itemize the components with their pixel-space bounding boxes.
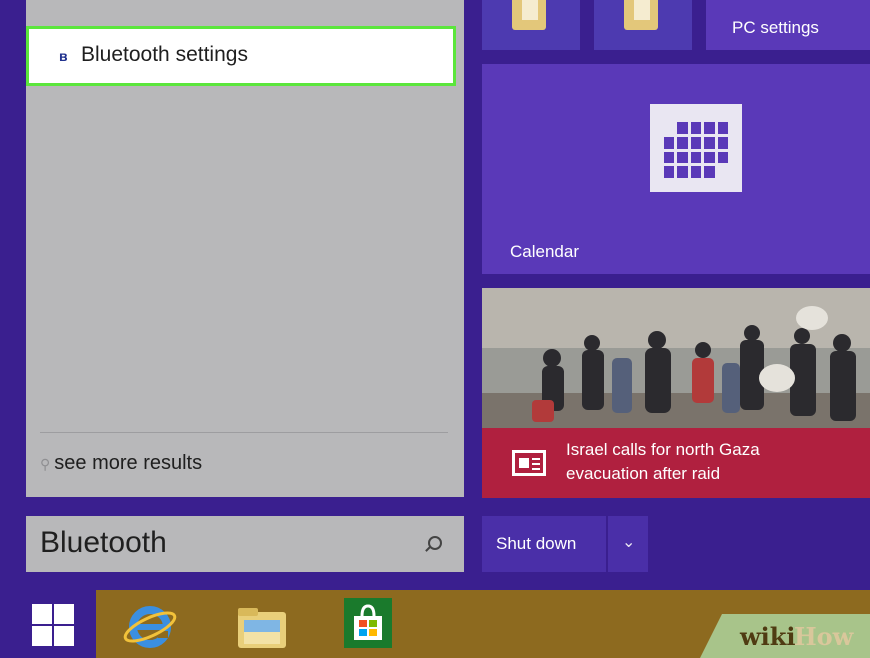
pc-settings-label: PC settings <box>732 18 819 37</box>
file-explorer-icon[interactable] <box>234 600 290 652</box>
watermark-how: How <box>794 622 854 651</box>
news-tile[interactable]: Israel calls for north Gaza evacuation a… <box>482 288 870 498</box>
folder-tile-1[interactable] <box>482 0 580 50</box>
watermark-wiki: wiki <box>740 622 796 651</box>
calendar-tile[interactable]: Calendar <box>482 64 870 274</box>
result-label: Bluetooth settings <box>81 43 248 66</box>
news-headline: Israel calls for north Gaza evacuation a… <box>566 438 826 486</box>
news-photo <box>482 288 870 428</box>
results-divider <box>40 432 448 433</box>
chevron-down-icon: ⌄ <box>622 534 636 551</box>
pc-settings-tile[interactable]: PC settings <box>706 0 870 50</box>
shutdown-options-button[interactable]: ⌄ <box>608 516 648 572</box>
news-icon <box>512 450 546 476</box>
search-icon[interactable] <box>428 536 442 550</box>
wikihow-watermark: wiki How <box>700 614 870 658</box>
shutdown-label: Shut down <box>496 534 577 553</box>
news-headline-bar: Israel calls for north Gaza evacuation a… <box>482 428 870 498</box>
search-icon: ⚲ <box>40 456 51 472</box>
windows-start-icon[interactable] <box>32 604 76 648</box>
see-more-label: see more results <box>54 452 203 474</box>
folder-tile-2[interactable] <box>594 0 692 50</box>
search-input[interactable]: Bluetooth <box>26 516 464 572</box>
calendar-icon <box>650 104 742 192</box>
see-more-results-link[interactable]: ⚲ see more results <box>40 452 202 480</box>
news-headline-line-1: Israel calls for north Gaza <box>566 440 760 459</box>
search-input-value: Bluetooth <box>40 526 167 559</box>
shutdown-button[interactable]: Shut down <box>482 516 606 572</box>
calendar-label: Calendar <box>510 242 579 261</box>
folder-icon <box>512 0 546 30</box>
store-icon[interactable] <box>344 598 392 648</box>
news-headline-line-2: evacuation after raid <box>566 464 721 483</box>
bluetooth-settings-result[interactable]: ʙ Bluetooth settings <box>26 26 456 86</box>
folder-icon <box>624 0 658 30</box>
internet-explorer-icon[interactable] <box>122 600 178 652</box>
bluetooth-icon: ʙ <box>59 48 68 64</box>
